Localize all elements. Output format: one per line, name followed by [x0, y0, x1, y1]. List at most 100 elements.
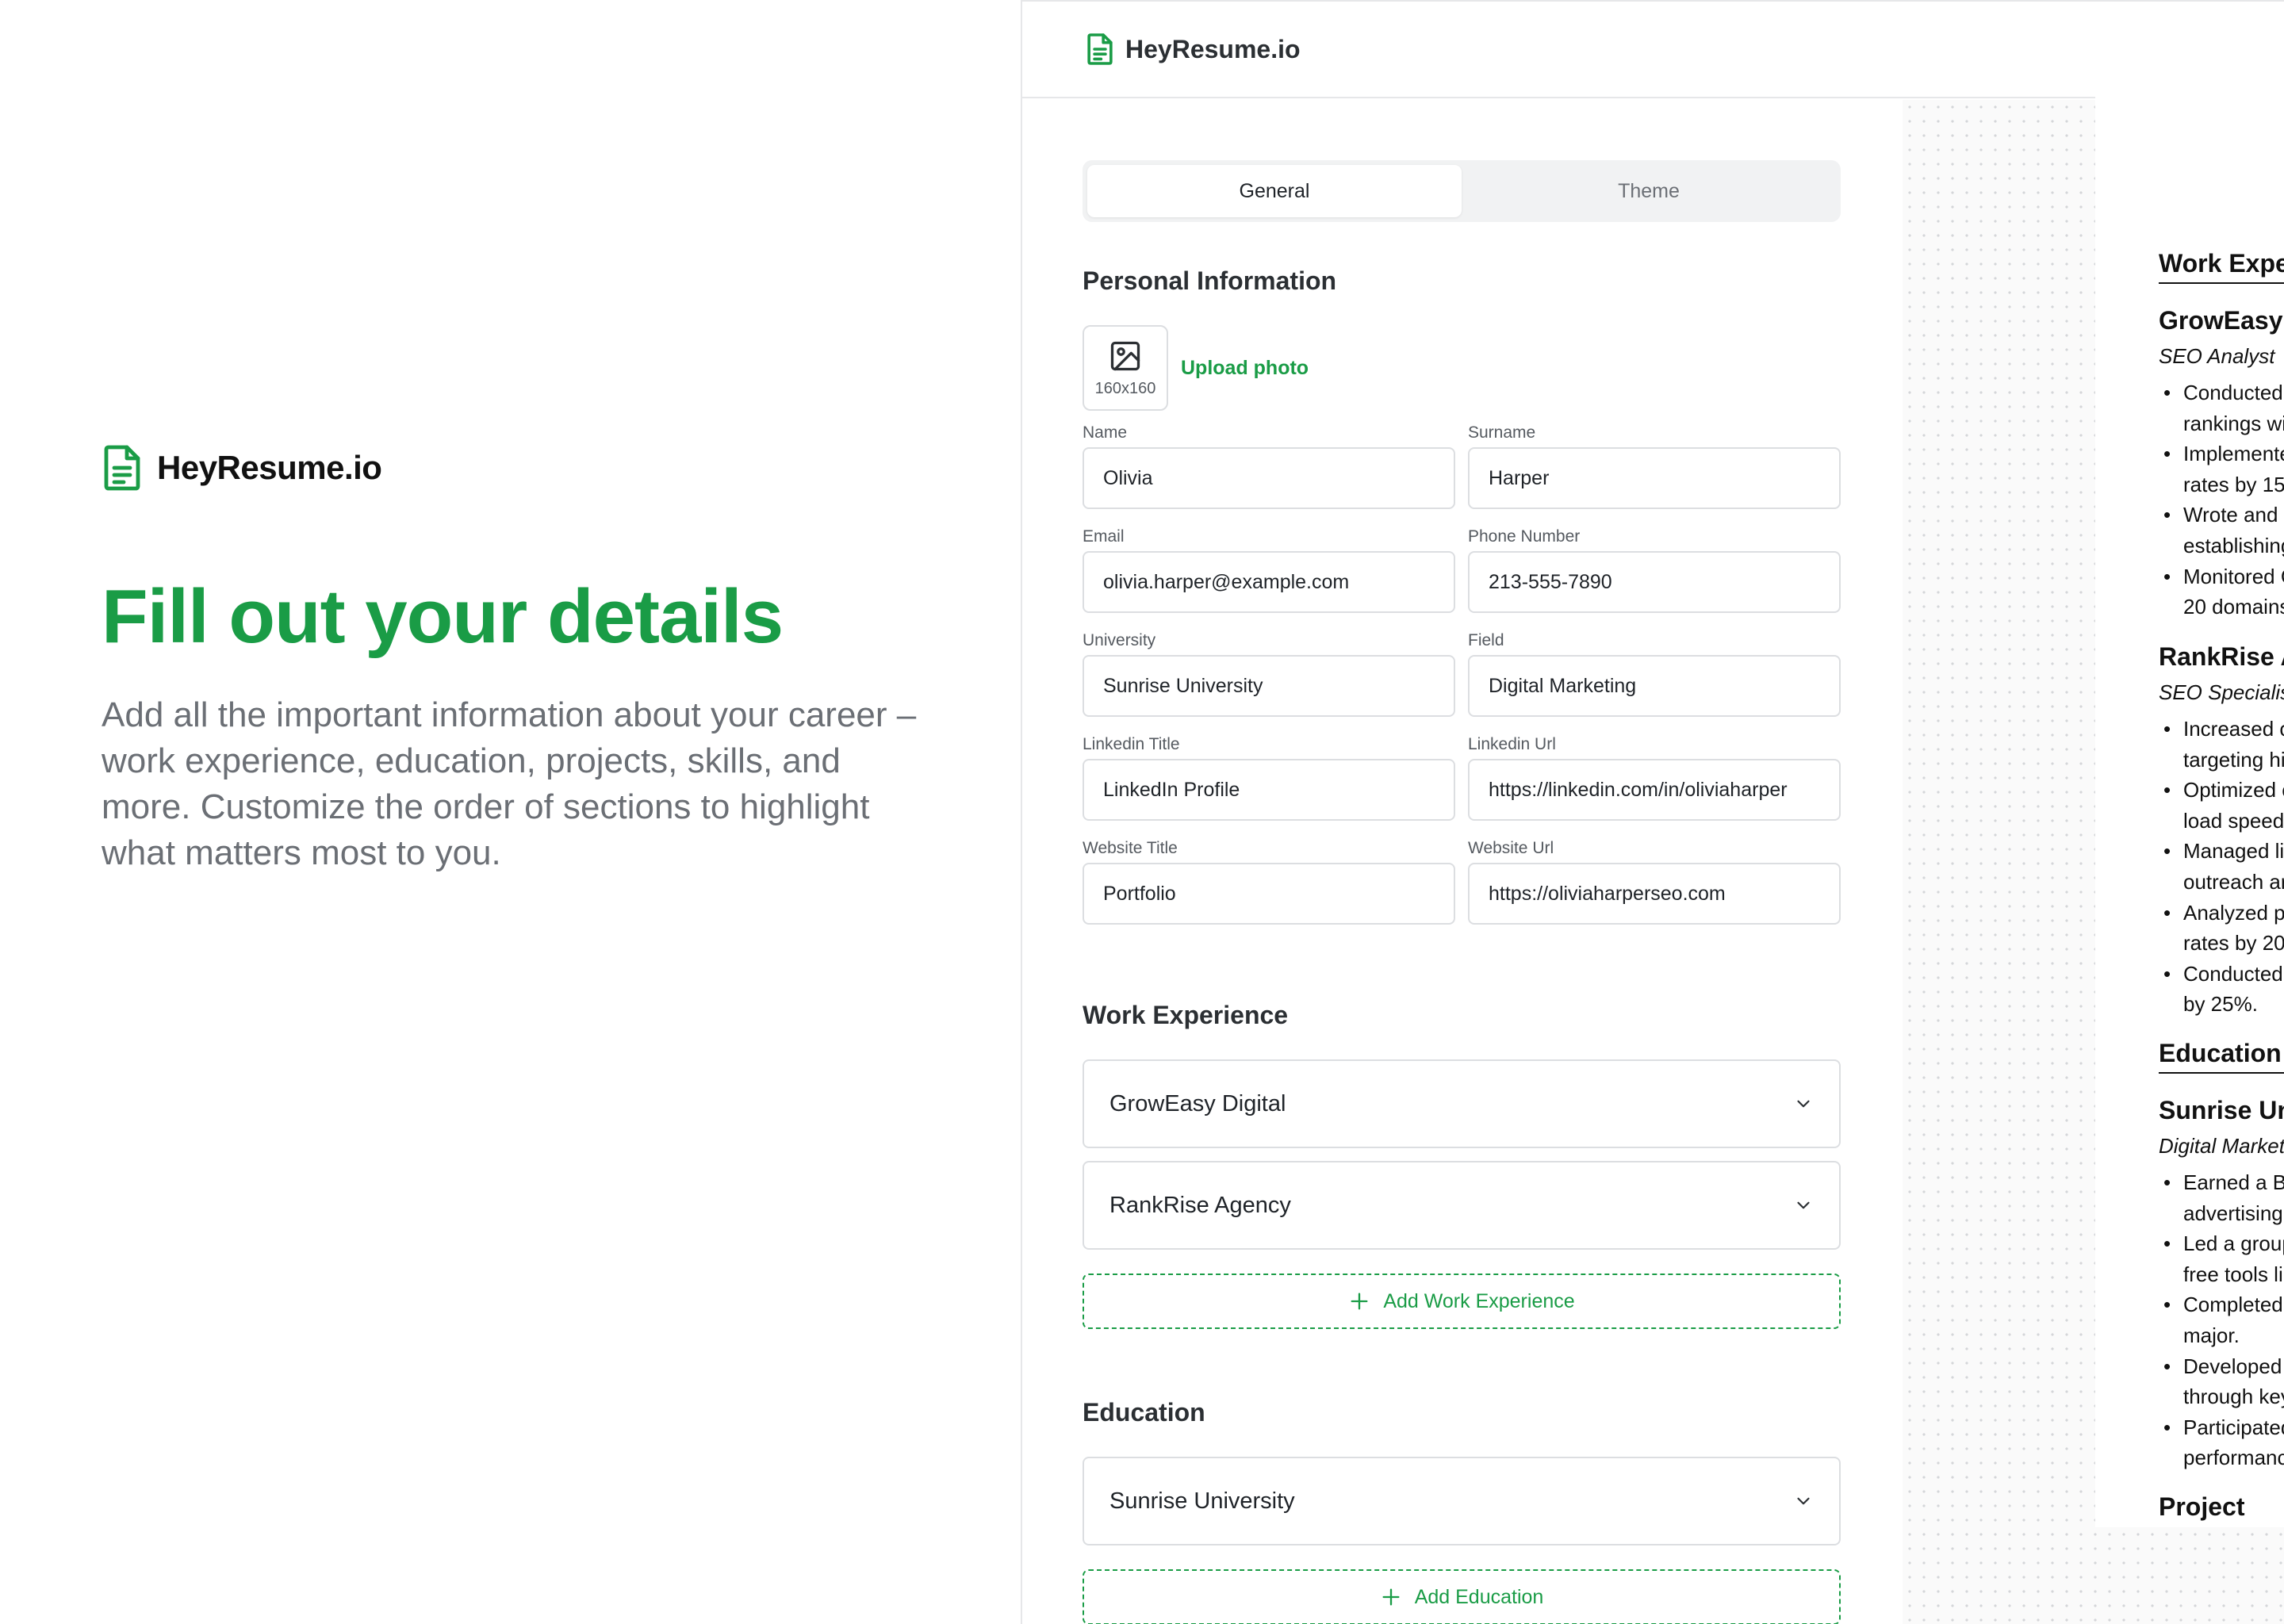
preview-company: RankRise A: [2159, 642, 2284, 671]
field-of-study-group: Field Digital Marketing: [1468, 631, 1841, 717]
section-divider: [2159, 282, 2284, 284]
subcopy: Add all the important information about …: [102, 695, 917, 872]
preview-bullet-line: performanc: [2183, 1446, 2284, 1470]
image-icon: [1110, 341, 1140, 370]
preview-bullet-line: Optimized c: [2183, 778, 2284, 802]
add-work-experience-label: Add Work Experience: [1383, 1289, 1575, 1312]
name-field-group: Name Olivia: [1083, 423, 1455, 509]
website-title-field-group: Website Title Portfolio: [1083, 839, 1455, 925]
linkedin-url-input[interactable]: https://linkedin.com/in/oliviaharper: [1468, 759, 1841, 821]
bullet-dot: •: [2163, 503, 2171, 527]
education-item-sunrise[interactable]: Sunrise University: [1083, 1457, 1841, 1545]
work-item-rankrise[interactable]: RankRise Agency: [1083, 1161, 1841, 1250]
preview-bullet-line: Increased o: [2183, 717, 2284, 741]
preview-bullet-line: rates by 15%: [2183, 472, 2284, 496]
surname-input[interactable]: Harper: [1468, 447, 1841, 509]
preview-degree: Digital Market: [2159, 1134, 2284, 1158]
preview-bullet-line: by 25%.: [2183, 992, 2258, 1017]
brand-name: HeyResume.io: [157, 449, 382, 486]
document-icon: [102, 444, 143, 492]
preview-bullet-line: through key: [2183, 1385, 2284, 1409]
bullet-dot: •: [2163, 1415, 2171, 1439]
bullet-dot: •: [2163, 839, 2171, 864]
plus-icon: [1351, 1293, 1368, 1310]
tab-general[interactable]: General: [1087, 165, 1462, 217]
preview-bullet-line: Participated: [2183, 1415, 2284, 1439]
preview-role: SEO Analyst: [2159, 344, 2275, 368]
website-title-input[interactable]: Portfolio: [1083, 863, 1455, 925]
linkedin-url-field-group: Linkedin Url https://linkedin.com/in/oli…: [1468, 735, 1841, 821]
surname-label: Surname: [1468, 423, 1536, 442]
phone-label: Phone Number: [1468, 527, 1581, 546]
preview-bullet-line: Monitored G: [2183, 564, 2284, 588]
preview-bullet-line: 20 domains: [2183, 595, 2284, 619]
university-input[interactable]: Sunrise University: [1083, 655, 1455, 717]
field-of-study-input[interactable]: Digital Marketing: [1468, 655, 1841, 717]
website-url-label: Website Url: [1468, 839, 1554, 857]
preview-bullet-line: Implemente: [2183, 442, 2284, 466]
document-icon: [1086, 33, 1114, 66]
email-label: Email: [1083, 527, 1125, 546]
preview-bullet-line: advertising.: [2183, 1201, 2284, 1225]
name-label: Name: [1083, 423, 1128, 442]
work-item-title: RankRise Agency: [1109, 1192, 1291, 1218]
chevron-down-icon: [1797, 1201, 1810, 1209]
surname-field-group: Surname Harper: [1468, 423, 1841, 509]
bullet-dot: •: [2163, 1170, 2171, 1194]
preview-company: GrowEasy I: [2159, 306, 2284, 335]
preview-bullet-line: outreach ar: [2183, 870, 2284, 894]
bullet-dot: •: [2163, 1231, 2171, 1256]
preview-bullet-line: Developed: [2183, 1354, 2282, 1378]
education-title: Education: [1083, 1398, 1205, 1427]
bullet-dot: •: [2163, 564, 2171, 588]
bullet-dot: •: [2163, 381, 2171, 404]
website-url-input[interactable]: https://oliviaharperseo.com: [1468, 863, 1841, 925]
add-work-experience-button[interactable]: Add Work Experience: [1083, 1274, 1841, 1329]
preview-school: Sunrise Un: [2159, 1096, 2284, 1124]
work-item-groweasy[interactable]: GrowEasy Digital: [1083, 1059, 1841, 1148]
chevron-down-icon: [1797, 1497, 1810, 1505]
preview-bullet-line: major.: [2183, 1323, 2240, 1347]
preview-bullet-line: Wrote and c: [2183, 503, 2284, 527]
name-input[interactable]: Olivia: [1083, 447, 1455, 509]
preview-bullet-line: targeting hi: [2183, 747, 2284, 772]
add-education-label: Add Education: [1414, 1585, 1544, 1608]
plus-icon: [1382, 1588, 1400, 1606]
phone-input[interactable]: 213-555-7890: [1468, 551, 1841, 613]
preview-education-title: Education: [2159, 1039, 2282, 1067]
preview-bullet-line: free tools lik: [2183, 1262, 2284, 1286]
preview-bullet-line: Earned a B.: [2183, 1170, 2284, 1194]
preview-bullet-line: rankings wit: [2183, 411, 2284, 435]
email-input[interactable]: olivia.harper@example.com: [1083, 551, 1455, 613]
app-window: HeyResume.io General Theme Personal Info…: [1021, 0, 2284, 1624]
headline: Fill out your details: [102, 574, 784, 659]
photo-uploader: 160x160 Upload photo: [1083, 325, 1841, 411]
linkedin-title-field-group: Linkedin Title LinkedIn Profile: [1083, 735, 1455, 821]
photo-size-label: 160x160: [1094, 379, 1156, 397]
phone-field-group: Phone Number 213-555-7890: [1468, 527, 1841, 613]
education-item-title: Sunrise University: [1109, 1488, 1295, 1514]
editor-panel: General Theme Personal Information 160x1…: [1022, 100, 1903, 1624]
personal-info-title: Personal Information: [1083, 266, 1337, 295]
linkedin-title-input[interactable]: LinkedIn Profile: [1083, 759, 1455, 821]
upload-photo-link[interactable]: Upload photo: [1181, 357, 1309, 380]
chevron-down-icon: [1797, 1100, 1810, 1108]
preview-bullet-line: Analyzed pe: [2183, 900, 2284, 925]
brand-logo: HeyResume.io: [102, 444, 926, 492]
photo-placeholder[interactable]: 160x160: [1083, 325, 1168, 411]
app-brand-name[interactable]: HeyResume.io: [1125, 35, 1301, 64]
field-of-study-label: Field: [1468, 631, 1504, 649]
university-field-group: University Sunrise University: [1083, 631, 1455, 717]
add-education-button[interactable]: Add Education: [1083, 1569, 1841, 1624]
preview-bullet-line: rates by 20%: [2183, 931, 2284, 956]
bullet-dot: •: [2163, 717, 2171, 741]
bullet-dot: •: [2163, 1293, 2171, 1317]
work-experience-title: Work Experience: [1083, 1001, 1289, 1029]
tab-theme[interactable]: Theme: [1462, 165, 1836, 217]
linkedin-title-label: Linkedin Title: [1083, 735, 1180, 753]
marketing-panel: HeyResume.io Fill out your details Add a…: [102, 444, 926, 876]
preview-work-title: Work Expe: [2159, 249, 2284, 278]
linkedin-url-label: Linkedin Url: [1468, 735, 1556, 753]
bullet-dot: •: [2163, 778, 2171, 802]
resume-preview-page: Work Expe GrowEasy I SEO Analyst Conducted •…: [2095, 2, 2284, 1527]
